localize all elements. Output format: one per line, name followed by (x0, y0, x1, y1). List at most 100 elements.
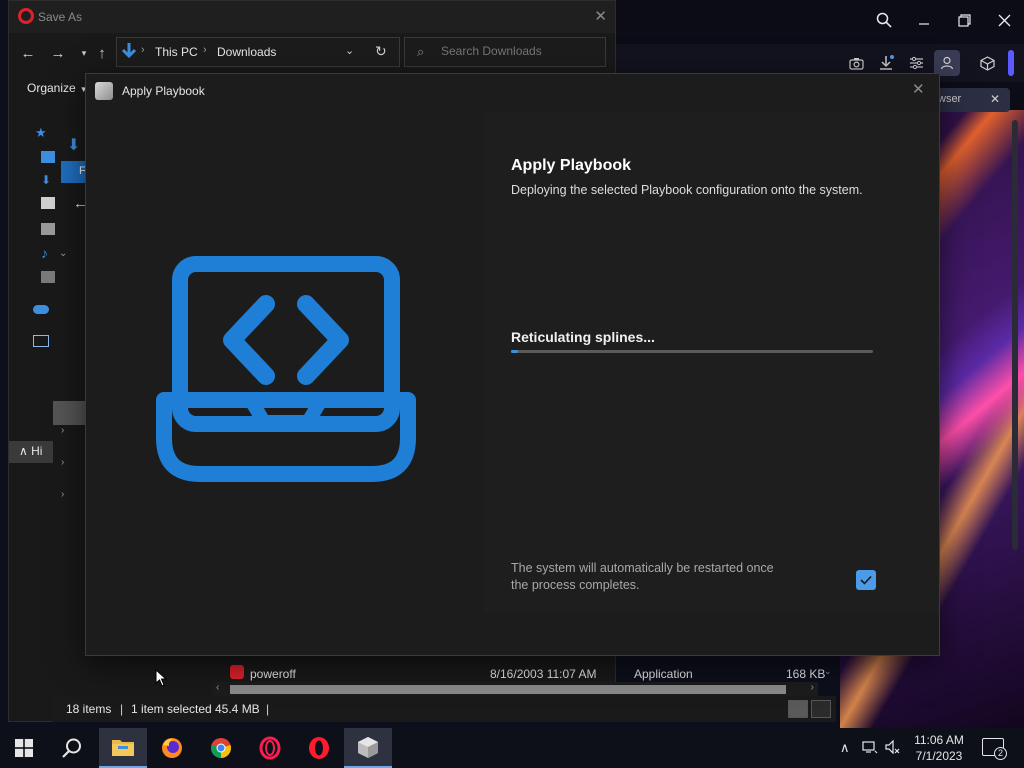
show-hidden-icons-chevron-icon[interactable]: ∧ (840, 740, 850, 756)
network-icon[interactable] (862, 740, 878, 757)
organize-label: Organize (27, 81, 76, 95)
chevron-right-icon[interactable]: › (61, 425, 64, 436)
address-bar[interactable]: › This PC › Downloads ⌄ ↻ (116, 37, 400, 67)
save-as-title-bar: Save As ✕ (9, 1, 615, 33)
playbook-heading: Apply Playbook (511, 157, 632, 174)
progress-bar-fill (511, 350, 519, 353)
playbook-app-icon (95, 82, 113, 100)
breadcrumb-downloads[interactable]: Downloads (217, 45, 276, 59)
browser-minimize-button[interactable] (908, 6, 940, 34)
this-pc-icon (33, 335, 49, 347)
scroll-left-icon[interactable]: ‹ (216, 682, 219, 693)
playbook-content-panel: Apply Playbook Deploying the selected Pl… (484, 113, 939, 613)
breadcrumb-separator-icon: › (203, 44, 207, 56)
status-separator: | (120, 702, 124, 716)
status-separator: | (266, 702, 270, 716)
forward-arrow-icon[interactable]: → (47, 42, 69, 64)
navigation-pane: ★ ⬇ ⌄ ♪ › › › (9, 113, 87, 693)
scroll-right-icon[interactable]: › (811, 682, 814, 693)
quick-access-star-icon[interactable]: ★ (35, 125, 49, 140)
opera-gx-icon[interactable] (246, 728, 294, 768)
onedrive-icon[interactable] (33, 305, 49, 314)
browser-restore-button[interactable] (948, 6, 980, 34)
camera-icon[interactable] (845, 52, 867, 74)
opera-icon[interactable] (295, 728, 343, 768)
music-icon[interactable]: ♪ (41, 245, 55, 261)
selection-count: 1 item selected (131, 702, 212, 716)
browser-tab-label: wser (938, 93, 962, 105)
downloads-folder-icon (121, 42, 139, 60)
clock-time: 11:06 AM (914, 733, 964, 747)
taskbar: ∧ 11:06 AM 7/1/2023 2 (0, 728, 1024, 768)
pictures-icon[interactable] (41, 223, 55, 235)
selection-size: 45.4 MB (215, 702, 260, 716)
chevron-up-icon: ∧ (19, 444, 28, 458)
opera-file-icon (230, 665, 244, 679)
hide-folders-toggle[interactable]: ∧ Hi (19, 444, 42, 458)
search-icon[interactable] (48, 728, 96, 768)
restart-note: The system will automatically be restart… (511, 561, 774, 592)
table-row[interactable]: poweroff 8/16/2003 11:07 AM Application … (210, 662, 836, 684)
status-bar: 18 items | 1 item selected 45.4 MB | (52, 696, 836, 722)
chevron-down-icon[interactable]: ⌄ (824, 666, 832, 677)
notification-badge: 2 (994, 747, 1007, 760)
videos-icon[interactable] (41, 271, 55, 283)
save-as-close-icon[interactable]: ✕ (594, 7, 607, 25)
playbook-title-bar: Apply Playbook ✕ (86, 74, 939, 106)
breadcrumb-separator-icon: › (141, 44, 145, 56)
file-name: poweroff (250, 667, 296, 681)
browser-close-button[interactable] (988, 6, 1020, 34)
opera-logo-icon (18, 8, 34, 24)
file-size: 168 KB (786, 667, 826, 681)
search-box[interactable]: ⌕ (404, 37, 606, 67)
downloads-folder-icon: ⬇ (67, 137, 81, 154)
apply-playbook-window: Apply Playbook ✕ Apply Playbook Deployin… (85, 73, 940, 656)
system-clock[interactable]: 11:06 AM 7/1/2023 (904, 732, 974, 764)
mouse-pointer-icon (155, 668, 168, 687)
easy-setup-icon[interactable] (905, 52, 927, 74)
chevron-right-icon[interactable]: › (61, 457, 64, 468)
chevron-right-icon[interactable]: › (61, 489, 64, 500)
notifications-icon[interactable]: 2 (982, 738, 1007, 760)
downloads-nav-icon[interactable]: ⬇ (41, 173, 55, 187)
large-icons-view-button[interactable] (811, 700, 831, 718)
address-dropdown-icon[interactable]: ⌄ (345, 44, 354, 57)
chevron-down-icon[interactable]: ⌄ (59, 248, 67, 259)
chrome-icon[interactable] (197, 728, 245, 768)
downloads-icon[interactable] (875, 52, 897, 74)
desktop-folder-icon[interactable] (41, 151, 55, 163)
details-view-button[interactable] (788, 700, 808, 718)
hide-folders-label: Hi (31, 444, 43, 458)
file-date: 8/16/2003 11:07 AM (490, 667, 597, 681)
clock-date: 7/1/2023 (915, 749, 963, 763)
file-explorer-icon[interactable] (99, 728, 147, 768)
organize-button[interactable]: Organize ▼ (27, 81, 88, 95)
volume-muted-icon[interactable] (885, 739, 901, 757)
extensions-cube-icon[interactable] (976, 52, 998, 74)
browser-scrollbar[interactable] (1012, 120, 1018, 550)
firefox-icon[interactable] (148, 728, 196, 768)
documents-icon[interactable] (41, 197, 55, 209)
playbook-app-icon[interactable] (344, 728, 392, 768)
scrollbar-thumb[interactable] (230, 685, 786, 694)
up-arrow-icon[interactable]: ↑ (91, 42, 113, 64)
playbook-window-title: Apply Playbook (122, 84, 205, 98)
browser-sidebar-accent (1008, 50, 1014, 76)
horizontal-scrollbar[interactable]: ‹ › (212, 682, 818, 696)
search-input[interactable] (441, 44, 601, 58)
search-icon: ⌕ (417, 44, 425, 59)
playbook-description: Deploying the selected Playbook configur… (511, 183, 863, 197)
back-arrow-icon[interactable]: ← (17, 42, 39, 64)
start-icon[interactable] (0, 728, 48, 768)
restart-checkbox[interactable] (856, 570, 876, 590)
breadcrumb-this-pc[interactable]: This PC (155, 45, 198, 59)
inner-nav-block (53, 401, 87, 425)
refresh-icon[interactable]: ↻ (375, 43, 387, 60)
playbook-close-icon[interactable]: ✕ (912, 80, 925, 98)
item-count: 18 items (66, 702, 112, 716)
browser-tab-close-icon[interactable]: ✕ (990, 92, 1000, 106)
progress-status-text: Reticulating splines... (511, 329, 655, 345)
file-type: Application (634, 667, 693, 681)
browser-search-icon[interactable] (868, 6, 900, 34)
progress-bar (511, 350, 873, 353)
